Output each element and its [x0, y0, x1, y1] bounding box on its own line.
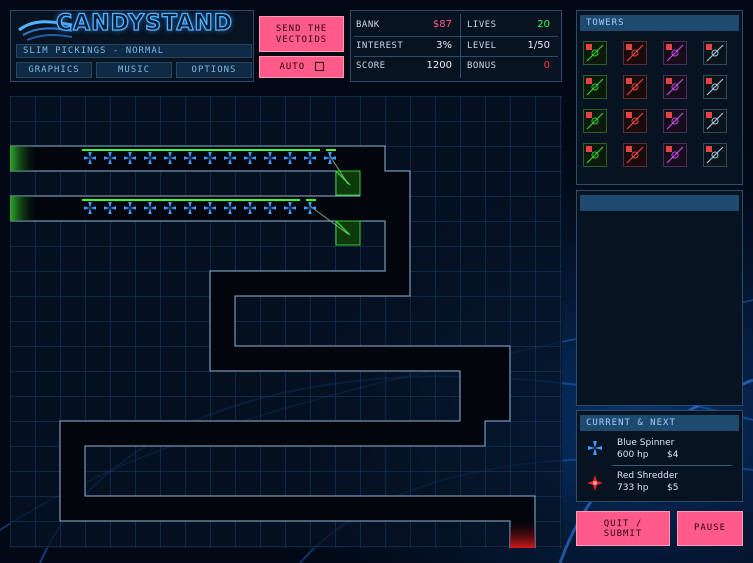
score-value: 1200	[426, 60, 452, 71]
towers-title: TOWERS	[580, 15, 739, 31]
purple-tower-1-icon[interactable]	[663, 41, 687, 65]
level-label: LEVEL	[467, 41, 497, 51]
blue-tower-3-icon[interactable]	[703, 109, 727, 133]
candystand-logo[interactable]: CANDYSTAND	[55, 12, 233, 35]
lives-value: 20	[537, 19, 550, 30]
current-enemy-bounty: $4	[667, 450, 679, 460]
red-tower-3-icon[interactable]	[623, 109, 647, 133]
green-splash-tower-icon[interactable]	[623, 143, 647, 167]
interest-label: INTEREST	[356, 41, 404, 51]
green-tower-2-icon[interactable]	[583, 75, 607, 99]
next-enemy-bounty: $5	[667, 483, 679, 493]
send-vectoids-button[interactable]: SEND THE VECTOIDS	[259, 16, 344, 52]
purple-tower-3-icon[interactable]	[663, 109, 687, 133]
auto-label: AUTO	[279, 62, 306, 72]
blue-swirl-tower-icon[interactable]	[703, 143, 727, 167]
red-shredder-icon	[587, 475, 603, 491]
gold-tower-icon[interactable]	[663, 143, 687, 167]
stats-divider-1	[354, 36, 558, 37]
bonus-label: BONUS	[467, 61, 497, 71]
red-tower-1-icon[interactable]	[623, 41, 647, 65]
bank-label: BANK	[356, 20, 380, 30]
queue-title: CURRENT & NEXT	[580, 415, 739, 431]
quit-line1: QUIT /	[603, 519, 643, 529]
bank-value: $87	[432, 19, 452, 30]
red-tower-2-icon[interactable]	[623, 75, 647, 99]
auto-checkbox[interactable]	[314, 62, 324, 71]
blue-tower-1-icon[interactable]	[703, 41, 727, 65]
info-panel-header	[580, 195, 739, 211]
score-label: SCORE	[356, 61, 386, 71]
current-enemy-name: Blue Spinner	[617, 438, 675, 448]
next-enemy-hp: 733 hp	[617, 483, 649, 493]
spawn-top	[10, 146, 36, 171]
current-enemy-hp: 600 hp	[617, 450, 649, 460]
spawn-bottom	[10, 196, 36, 221]
options-button[interactable]: OPTIONS	[176, 62, 252, 78]
graphics-button[interactable]: GRAPHICS	[16, 62, 92, 78]
stats-divider-2	[354, 56, 558, 57]
queue-divider	[612, 465, 732, 466]
exit-zone	[510, 521, 535, 548]
lives-label: LIVES	[467, 20, 497, 30]
level-title: SLIM PICKINGS - NORMAL	[16, 44, 252, 58]
game-board[interactable]	[10, 96, 562, 548]
bonus-value: 0	[543, 60, 550, 71]
blue-tower-2-icon[interactable]	[703, 75, 727, 99]
blue-spinner-icon	[588, 441, 602, 455]
send-button-line1: SEND THE	[275, 24, 328, 34]
purple-tower-2-icon[interactable]	[663, 75, 687, 99]
stats-divider-v	[460, 14, 461, 78]
auto-button[interactable]: AUTO	[259, 56, 344, 78]
level-value: 1/50	[527, 40, 550, 51]
green-tower-3-icon[interactable]	[583, 109, 607, 133]
info-panel	[576, 190, 743, 406]
quit-line2: SUBMIT	[603, 529, 643, 539]
pause-button[interactable]: PAUSE	[677, 511, 743, 546]
next-enemy-name: Red Shredder	[617, 471, 679, 481]
music-button[interactable]: MUSIC	[96, 62, 172, 78]
interest-value: 3%	[436, 40, 452, 51]
quit-submit-button[interactable]: QUIT / SUBMIT	[576, 511, 670, 546]
red-bomb-tower-icon[interactable]	[583, 143, 607, 167]
green-tower-1-icon[interactable]	[583, 41, 607, 65]
send-button-line2: VECTOIDS	[275, 35, 328, 45]
